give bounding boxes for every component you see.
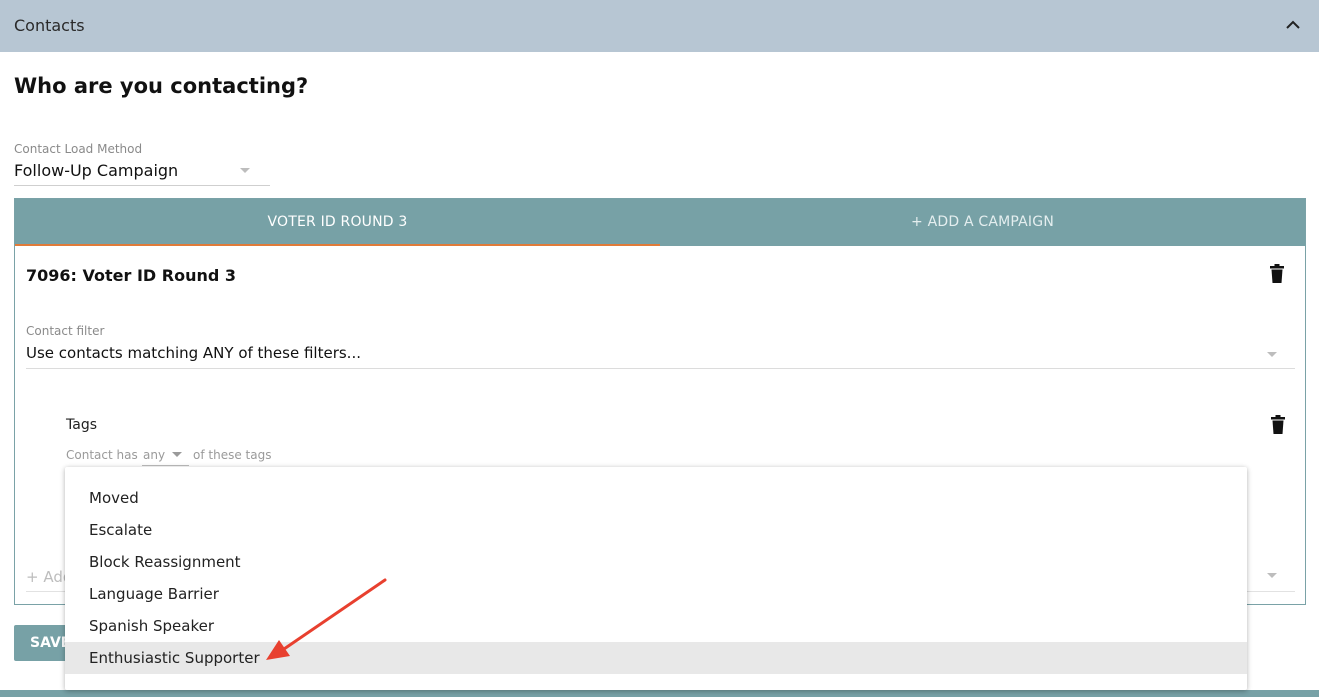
bottom-bar	[0, 690, 1319, 697]
contact-filter-value: Use contacts matching ANY of these filte…	[26, 344, 361, 362]
contact-filter-label: Contact filter	[26, 324, 105, 338]
menu-item-tag-highlighted[interactable]: Enthusiastic Supporter	[65, 642, 1247, 674]
chevron-up-icon[interactable]	[1284, 18, 1302, 32]
menu-item-tag[interactable]: Moved	[65, 482, 1247, 514]
tags-filter-label: Tags	[66, 417, 97, 433]
contact-load-method-label: Contact Load Method	[14, 142, 143, 156]
dropdown-arrow-icon	[1267, 573, 1277, 578]
tag-options-menu: Moved Escalate Block Reassignment Langua…	[65, 467, 1247, 690]
tag-quantifier-value: any	[143, 448, 166, 462]
contact-load-method-value: Follow-Up Campaign	[14, 161, 179, 180]
section-title: Contacts	[14, 16, 85, 35]
tab-voter-id-round-3[interactable]: VOTER ID ROUND 3	[15, 199, 660, 246]
campaign-title: 7096: Voter ID Round 3	[26, 266, 237, 285]
contact-has-text: Contact has	[66, 448, 138, 462]
delete-filter-icon[interactable]	[1270, 415, 1286, 434]
dropdown-arrow-icon	[240, 168, 250, 173]
menu-item-tag[interactable]: Language Barrier	[65, 578, 1247, 610]
tag-quantifier-select[interactable]: any	[142, 446, 189, 466]
dropdown-arrow-icon	[1267, 352, 1277, 357]
of-these-tags-text: of these tags	[193, 448, 272, 462]
contact-load-method-select[interactable]: Follow-Up Campaign	[14, 158, 270, 186]
page-title: Who are you contacting?	[14, 74, 309, 98]
menu-item-tag[interactable]: Escalate	[65, 514, 1247, 546]
contact-filter-select[interactable]: Use contacts matching ANY of these filte…	[26, 339, 1295, 369]
menu-item-tag[interactable]: Spanish Speaker	[65, 610, 1247, 642]
active-tab-indicator	[15, 244, 660, 246]
menu-item-tag[interactable]: Block Reassignment	[65, 546, 1247, 578]
tab-add-campaign[interactable]: + ADD A CAMPAIGN	[660, 199, 1305, 246]
campaign-tabs: VOTER ID ROUND 3 + ADD A CAMPAIGN	[15, 199, 1305, 246]
delete-campaign-icon[interactable]	[1269, 264, 1285, 283]
contacts-section-header[interactable]: Contacts	[0, 0, 1319, 52]
dropdown-arrow-icon	[172, 452, 182, 457]
